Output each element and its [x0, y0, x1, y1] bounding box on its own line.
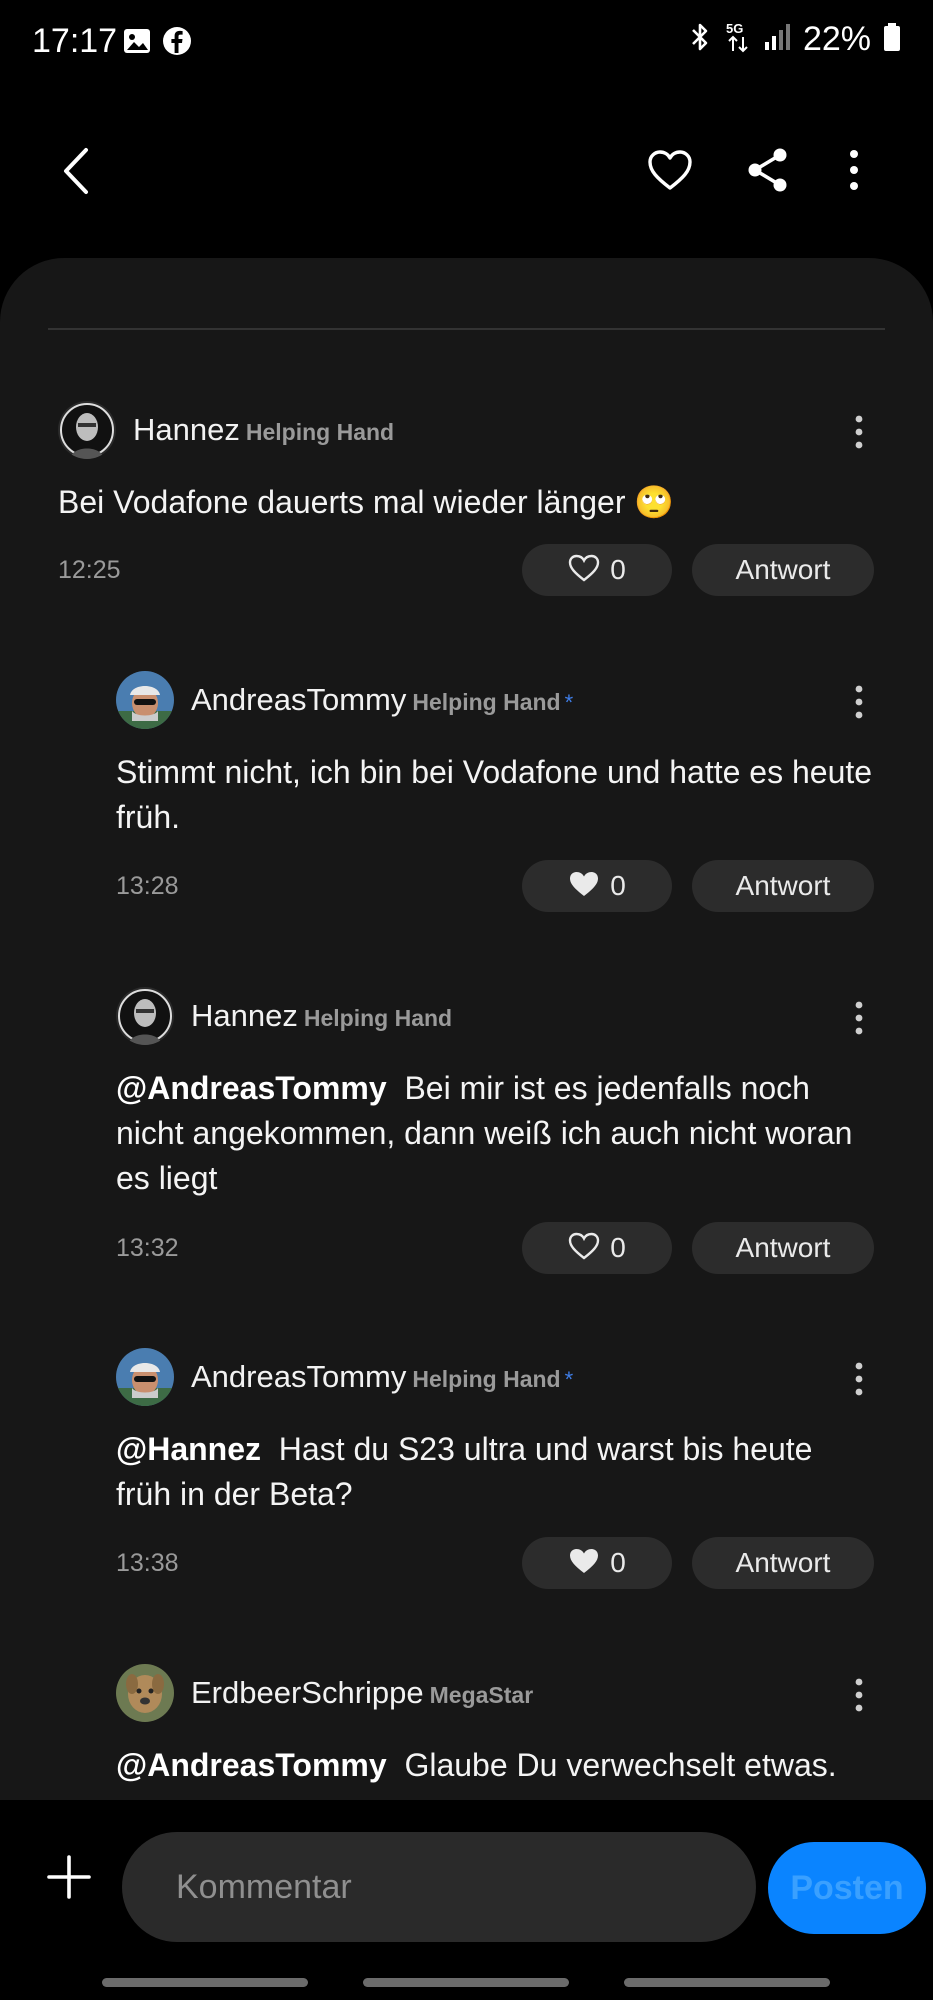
comment-text: Stimmt nicht, ich bin bei Vodafone und h…	[116, 750, 876, 840]
like-button[interactable]: 0	[522, 1222, 672, 1274]
username[interactable]: Hannez	[133, 412, 240, 447]
mention-link[interactable]: @Hannez	[116, 1431, 261, 1467]
battery-text: 22%	[802, 20, 871, 58]
status-bar: 17:17 5G 22%	[0, 0, 933, 84]
comment-composer: Posten	[0, 1800, 933, 2000]
post-button[interactable]: Posten	[768, 1842, 926, 1934]
comment-time: 13:28	[116, 872, 179, 900]
avatar[interactable]	[116, 671, 174, 729]
reply-button[interactable]: Antwort	[692, 544, 874, 596]
comment-text: @AndreasTommy Bei mir ist es jedenfalls …	[116, 1066, 876, 1201]
status-left-icons	[122, 26, 192, 61]
comment-body: Bei Vodafone dauerts mal wieder länger 🙄	[58, 484, 675, 520]
comment-time: 12:25	[58, 556, 121, 584]
username[interactable]: AndreasTommy	[191, 682, 406, 717]
reply-button[interactable]: Antwort	[692, 860, 874, 912]
like-count: 0	[610, 1232, 626, 1263]
more-options-button[interactable]	[834, 142, 874, 202]
nav-back-handle[interactable]	[624, 1978, 830, 1987]
heart-outline-icon	[568, 1232, 600, 1265]
avatar[interactable]	[58, 401, 116, 459]
reply-button[interactable]: Antwort	[692, 1222, 874, 1274]
comment-time: 13:32	[116, 1234, 179, 1262]
like-count: 0	[610, 870, 626, 901]
heart-icon	[647, 149, 693, 196]
nav-recents-handle[interactable]	[102, 1978, 308, 1987]
like-count: 0	[610, 554, 626, 585]
avatar[interactable]	[116, 1664, 174, 1722]
username[interactable]: ErdbeerSchrippe	[191, 1675, 424, 1710]
verified-star: *	[564, 1367, 574, 1392]
signal-icon	[763, 22, 791, 57]
comment-more-icon[interactable]	[853, 685, 865, 719]
comment-item: AndreasTommy Helping Hand * @Hannez Hast d…	[0, 1345, 933, 1645]
heart-filled-icon	[568, 1547, 600, 1580]
divider	[48, 328, 885, 330]
comment-item: ErdbeerSchrippe MegaStar @AndreasTommy Gl…	[0, 1661, 933, 1800]
user-rank-badge: Helping Hand	[412, 1366, 561, 1392]
comment-more-icon[interactable]	[853, 1001, 865, 1035]
comment-more-icon[interactable]	[853, 415, 865, 449]
svg-text:5G: 5G	[726, 21, 743, 36]
comment-body: Stimmt nicht, ich bin bei Vodafone und h…	[116, 754, 873, 835]
top-app-bar	[0, 120, 933, 240]
facebook-icon	[162, 26, 192, 61]
like-count: 0	[610, 1547, 626, 1578]
bluetooth-icon	[687, 21, 713, 58]
heart-outline-icon	[568, 554, 600, 587]
comment-more-icon[interactable]	[853, 1678, 865, 1712]
mention-link[interactable]: @AndreasTommy	[116, 1070, 387, 1106]
back-icon	[62, 147, 90, 200]
comment-header: Hannez Helping Hand	[191, 998, 452, 1034]
comments-sheet: Hannez Helping Hand Bei Vodafone dauerts …	[0, 258, 933, 1800]
plus-icon	[46, 1855, 92, 1904]
comment-input[interactable]	[122, 1832, 756, 1942]
comment-header: Hannez Helping Hand	[133, 412, 394, 448]
5g-icon: 5G	[725, 20, 751, 59]
nav-home-handle[interactable]	[363, 1978, 569, 1987]
avatar[interactable]	[116, 1348, 174, 1406]
comment-header: AndreasTommy Helping Hand *	[191, 682, 573, 718]
status-right: 5G 22%	[687, 20, 901, 59]
share-button[interactable]	[740, 142, 796, 202]
comment-header: ErdbeerSchrippe MegaStar	[191, 1675, 533, 1711]
heart-filled-icon	[568, 870, 600, 903]
comment-time: 13:38	[116, 1549, 179, 1577]
like-button[interactable]: 0	[522, 544, 672, 596]
user-rank-badge: Helping Hand	[412, 689, 561, 715]
attach-button[interactable]	[46, 1854, 92, 1900]
user-rank-badge: Helping Hand	[245, 419, 395, 445]
back-button[interactable]	[46, 142, 106, 204]
comment-text: @Hannez Hast du S23 ultra und warst bis …	[116, 1427, 876, 1517]
comment-item: AndreasTommy Helping Hand * Stimmt nicht, …	[0, 668, 933, 978]
favorite-button[interactable]	[642, 142, 698, 202]
verified-star: *	[564, 690, 574, 715]
like-button[interactable]: 0	[522, 860, 672, 912]
user-rank-badge: Helping Hand	[303, 1005, 453, 1031]
username[interactable]: Hannez	[191, 998, 298, 1033]
avatar[interactable]	[116, 987, 174, 1045]
comment-item: Hannez Helping Hand Bei Vodafone dauerts …	[0, 398, 933, 698]
comment-text: @AndreasTommy Glaube Du verwechselt etwa…	[116, 1743, 896, 1788]
image-icon	[122, 26, 152, 61]
battery-icon	[883, 22, 901, 57]
like-button[interactable]: 0	[522, 1537, 672, 1589]
comment-body: Glaube Du verwechselt etwas.	[404, 1747, 837, 1783]
status-time: 17:17	[32, 22, 118, 60]
user-rank-badge: MegaStar	[429, 1682, 534, 1708]
comment-text: Bei Vodafone dauerts mal wieder länger 🙄	[58, 480, 878, 525]
more-icon	[849, 149, 859, 196]
reply-button[interactable]: Antwort	[692, 1537, 874, 1589]
mention-link[interactable]: @AndreasTommy	[116, 1747, 387, 1783]
username[interactable]: AndreasTommy	[191, 1359, 406, 1394]
comment-header: AndreasTommy Helping Hand *	[191, 1359, 573, 1395]
comment-more-icon[interactable]	[853, 1362, 865, 1396]
comment-item: Hannez Helping Hand @AndreasTommy Bei mir…	[0, 984, 933, 1324]
share-icon	[746, 147, 790, 198]
